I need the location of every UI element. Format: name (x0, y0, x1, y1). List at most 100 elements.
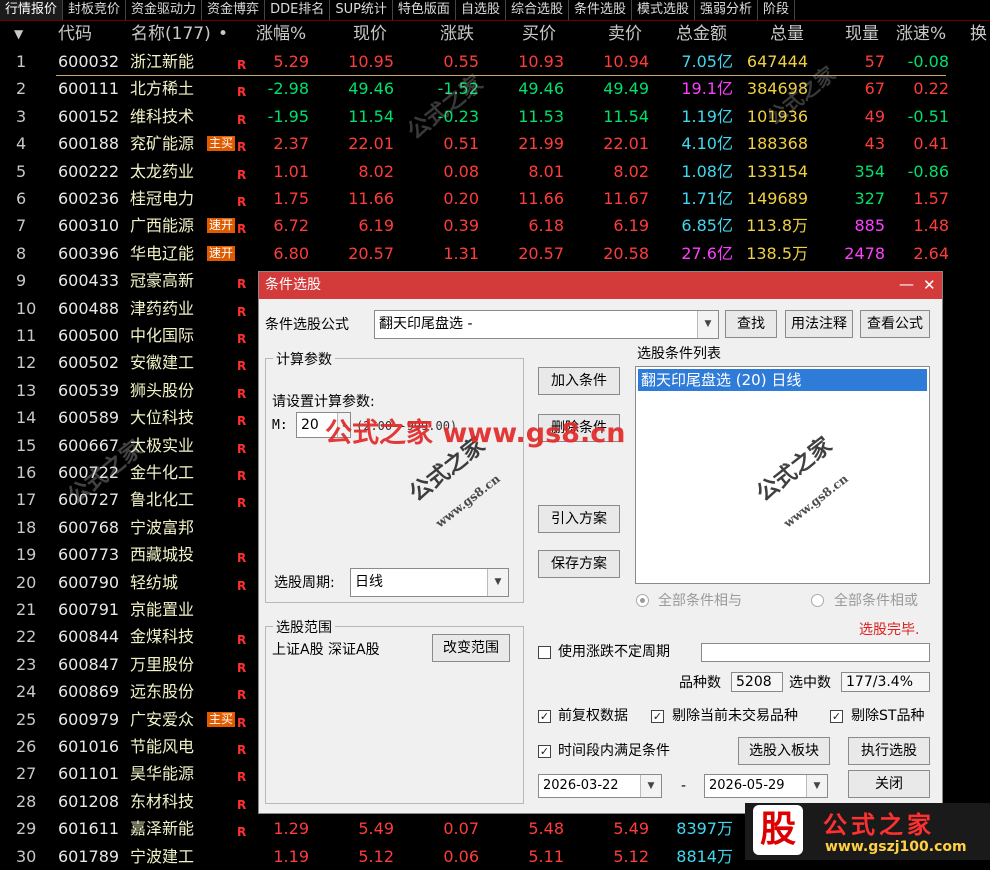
stock-name: 太龙药业 (130, 161, 195, 181)
ask-price: 11.54 (603, 106, 649, 126)
usage-notes-button[interactable]: 用法注释 (785, 310, 853, 338)
top-tab[interactable]: 资金博弈 (202, 0, 266, 20)
param-range: (2.00--999.00) (356, 419, 458, 433)
table-row[interactable]: 1 600032 浙江新能 5.29 10.95 0.55 10.93 10.94 7.05亿 6… (0, 48, 990, 75)
range-value: 上证A股 深证A股 (272, 642, 380, 658)
date-to-picker[interactable]: 2026-05-29 ▼ (704, 774, 828, 798)
formula-select[interactable]: 翻天印尾盘选 - ▼ (374, 310, 719, 339)
col-header-amount[interactable]: 总金额 (676, 20, 727, 48)
radio-and[interactable] (636, 594, 649, 607)
import-plan-button[interactable]: 引入方案 (538, 505, 620, 533)
table-row[interactable]: 6 600236 桂冠电力 1.75 11.66 0.20 11.66 11.67 1.71亿 1… (0, 185, 990, 212)
stock-name: 京能置业 (130, 600, 195, 619)
signal-tag: 主买 (207, 136, 236, 152)
hit-label: 选中数 (789, 675, 831, 691)
execute-button[interactable]: 执行选股 (848, 737, 930, 765)
condition-list-label: 选股条件列表 (637, 346, 721, 362)
price: 5.12 (358, 846, 394, 866)
stock-code: 600032 (58, 52, 120, 71)
top-tab[interactable]: 条件选股 (569, 0, 632, 20)
top-tab[interactable]: 特色版面 (393, 0, 456, 20)
chevron-down-icon[interactable]: ▼ (487, 569, 508, 596)
add-condition-button[interactable]: 加入条件 (538, 367, 620, 395)
top-tab[interactable]: 资金驱动力 (126, 0, 203, 20)
col-header-ask[interactable]: 卖价 (608, 20, 642, 48)
spin-icon[interactable]: ⇕ (337, 413, 350, 437)
col-header-name[interactable]: 名称(177) (131, 20, 211, 48)
uncertain-period-input[interactable] (701, 643, 930, 662)
table-row[interactable]: 4 600188 兖矿能源 2.37 22.01 0.51 21.99 22.01 4.10亿 1… (0, 130, 990, 157)
close-button[interactable]: 关闭 (848, 770, 930, 798)
col-header-current-vol[interactable]: 现量 (845, 20, 879, 48)
row-index: 15 (16, 435, 37, 455)
speed: 0.41 (913, 134, 949, 154)
change: -1.52 (437, 79, 479, 99)
top-tab[interactable]: 模式选股 (632, 0, 695, 20)
top-tab[interactable]: 封板竞价 (63, 0, 127, 20)
col-header-speed[interactable]: 涨速% (896, 20, 946, 48)
stock-code: 601208 (58, 791, 120, 811)
table-row[interactable]: 2 600111 北方稀土 -2.98 49.46 -1.52 49.46 49.49 19.1… (0, 75, 990, 102)
top-tab[interactable]: 行情报价 (0, 0, 64, 20)
ask-price: 5.12 (613, 846, 649, 866)
col-header-volume[interactable]: 总量 (770, 20, 804, 48)
close-icon[interactable]: ✕ (923, 272, 936, 299)
table-row[interactable]: 7 600310 广西能源 6.72 6.19 0.39 6.18 6.19 6.85亿 113.… (0, 212, 990, 239)
radio-and-label: 全部条件相与 (658, 593, 742, 609)
dialog-titlebar[interactable]: 条件选股 — ✕ (259, 272, 942, 299)
chevron-down-icon[interactable]: ▼ (640, 775, 661, 797)
chevron-down-icon[interactable]: ▼ (697, 311, 718, 338)
row-index: 5 (16, 161, 27, 181)
to-block-button[interactable]: 选股入板块 (738, 737, 830, 765)
price: 8.02 (358, 161, 394, 181)
col-header-pct[interactable]: 涨幅% (256, 20, 306, 48)
stock-code: 600502 (58, 353, 120, 373)
uncertain-period-checkbox[interactable] (538, 646, 551, 659)
find-button[interactable]: 查找 (725, 310, 777, 338)
adjust-checkbox[interactable]: ✓ (538, 710, 551, 723)
row-index: 20 (16, 572, 37, 592)
date-from-picker[interactable]: 2026-03-22 ▼ (538, 774, 662, 798)
bid-price: 49.46 (518, 79, 564, 99)
chevron-down-icon[interactable]: ▼ (806, 775, 827, 797)
delete-condition-button[interactable]: 删除条件 (538, 414, 620, 442)
stock-name: 津药药业 (130, 298, 195, 318)
col-header-price[interactable]: 现价 (353, 20, 387, 48)
signal-tag: 速开 (207, 218, 236, 234)
amount: 19.1亿 (681, 79, 733, 99)
top-tab[interactable]: 阶段 (758, 0, 796, 20)
sort-arrow-icon[interactable]: ▼ (14, 20, 23, 48)
stock-name: 中化国际 (130, 326, 195, 345)
change: 0.06 (443, 846, 479, 866)
condition-list-item[interactable]: 翻天印尾盘选 (20) 日线 (638, 369, 927, 391)
top-tab[interactable]: 综合选股 (506, 0, 569, 20)
period-select[interactable]: 日线 ▼ (350, 568, 509, 597)
col-header-turnover[interactable]: 换 (970, 20, 987, 48)
stock-name: 节能风电 (130, 737, 195, 756)
row-index: 6 (16, 189, 27, 208)
table-row[interactable]: 8 600396 华电辽能 6.80 20.57 1.31 20.57 20.58 27.6亿 1… (0, 240, 990, 267)
top-tab[interactable]: SUP统计 (330, 0, 393, 20)
top-tab[interactable]: DDE排名 (265, 0, 331, 20)
radio-or[interactable] (811, 594, 824, 607)
table-row[interactable]: 3 600152 维科技术 -1.95 11.54 -0.23 11.53 11.54 1.19… (0, 103, 990, 130)
timerange-checkbox[interactable]: ✓ (538, 745, 551, 758)
save-plan-button[interactable]: 保存方案 (538, 550, 620, 578)
param-value-input[interactable]: 20 ⇕ (296, 412, 351, 438)
exclude-untraded-checkbox[interactable]: ✓ (651, 710, 664, 723)
col-header-bid[interactable]: 买价 (522, 20, 556, 48)
stock-code: 601611 (58, 819, 120, 839)
table-row[interactable]: 5 600222 太龙药业 1.01 8.02 0.08 8.01 8.02 1.08亿 1331… (0, 158, 990, 185)
exclude-st-checkbox[interactable]: ✓ (830, 710, 843, 723)
volume: 384698 (746, 79, 808, 99)
top-tab[interactable]: 自选股 (456, 0, 506, 20)
minimize-icon[interactable]: — (899, 272, 914, 297)
change-range-button[interactable]: 改变范围 (432, 634, 510, 662)
ask-price: 49.49 (603, 79, 649, 99)
top-tab[interactable]: 强弱分析 (695, 0, 759, 20)
col-header-code[interactable]: 代码 (58, 20, 92, 48)
view-formula-button[interactable]: 查看公式 (860, 310, 930, 338)
col-header-change[interactable]: 涨跌 (440, 20, 474, 48)
condition-list[interactable]: 翻天印尾盘选 (20) 日线 (635, 366, 930, 584)
formula-select-value: 翻天印尾盘选 - (379, 316, 473, 332)
